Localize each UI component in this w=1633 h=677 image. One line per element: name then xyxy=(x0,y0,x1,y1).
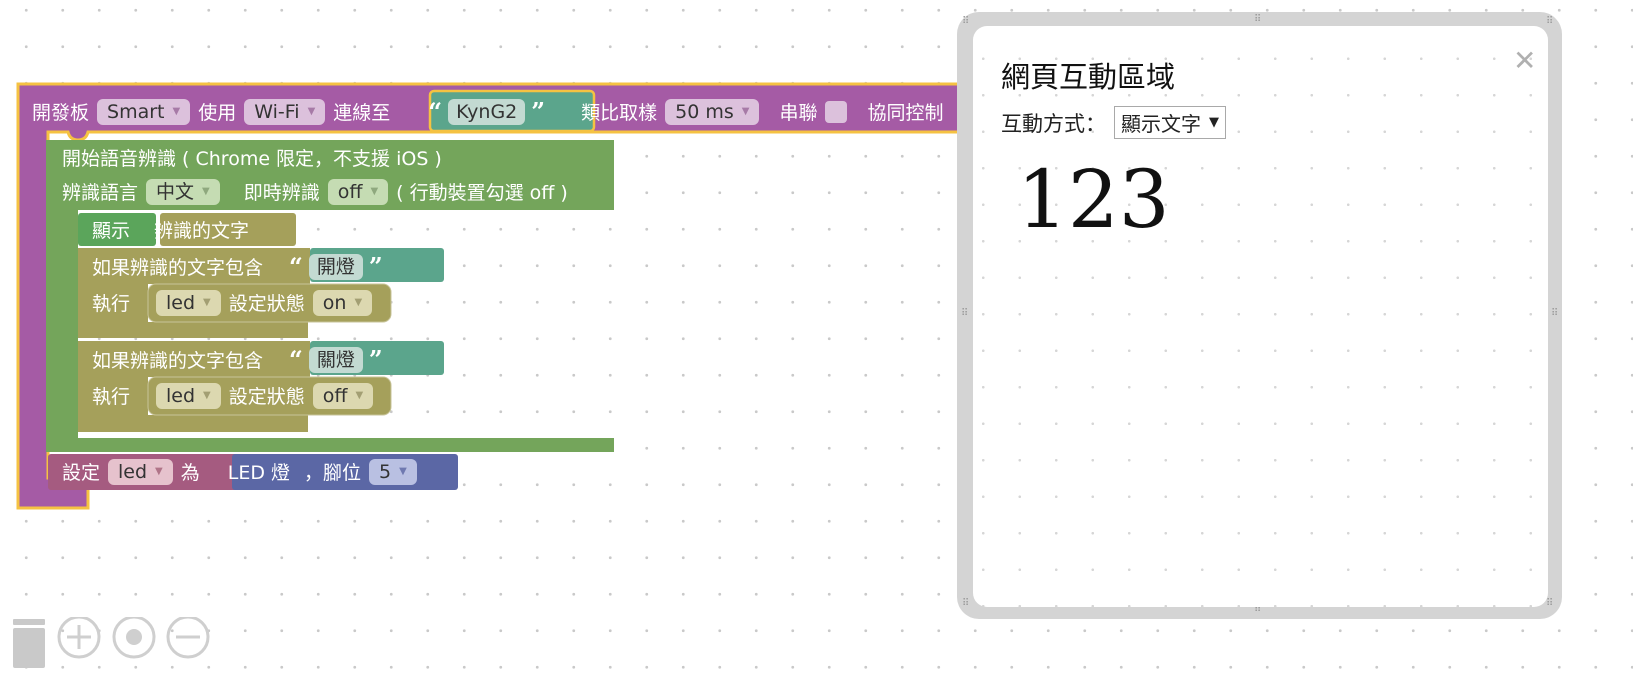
dropdown-arrow-icon: ▼ xyxy=(355,389,364,401)
speech-title: 開始語音辨識 ( Chrome 限定，不支援 iOS ) xyxy=(62,148,442,170)
dropdown-arrow-icon: ▼ xyxy=(354,296,363,308)
state-1-dropdown[interactable]: on ▼ xyxy=(312,289,373,316)
zoom-out-icon[interactable] xyxy=(166,617,210,659)
device-1-dropdown[interactable]: led ▼ xyxy=(156,289,221,316)
resize-grip-icon[interactable]: ⠿ xyxy=(961,309,968,319)
instant-dropdown[interactable]: off ▼ xyxy=(327,178,389,205)
board-block-row: 開發板 Smart ▼ 使用 Wi-Fi ▼ 連線至 “ KynG2 ” 類比取樣 … xyxy=(32,97,943,126)
do-1-label: 執行 xyxy=(92,293,131,315)
if-2-text-field[interactable]: 關燈 xyxy=(308,346,363,373)
board-label: 開發板 xyxy=(32,102,90,124)
dropdown-arrow-icon: ▼ xyxy=(741,105,750,117)
board-dropdown[interactable]: Smart ▼ xyxy=(97,98,191,125)
do-2-label: 執行 xyxy=(92,386,131,408)
speech-title-row: 開始語音辨識 ( Chrome 限定，不支援 iOS ) xyxy=(62,144,442,171)
pin-dropdown[interactable]: 5 ▼ xyxy=(369,458,417,485)
mode-select[interactable]: 顯示文字 ▼ xyxy=(1114,106,1226,139)
pin-label: ，腳位 xyxy=(304,462,362,484)
coop-label: 協同控制 xyxy=(867,102,944,124)
resize-grip-icon[interactable]: ⠿ xyxy=(1546,17,1553,27)
set-state-1-label: 設定狀態 xyxy=(228,293,305,315)
do-2-row: 執行 led ▼ 設定狀態 off ▼ xyxy=(92,382,374,409)
display-text: 123 xyxy=(1017,153,1170,246)
dropdown-arrow-icon: ▼ xyxy=(203,389,211,401)
device-id-string: “ KynG2 ” xyxy=(428,97,545,126)
serial-checkbox[interactable] xyxy=(825,100,848,123)
connection-dropdown[interactable]: Wi-Fi ▼ xyxy=(244,98,326,125)
interaction-panel[interactable]: ⠿ ⠿ ⠿ ⠿ ⠿ ⠿ ⠿ ⠿ 網頁互動區域 ✕ 互動方式： 顯示文字 ▼ 12… xyxy=(957,12,1562,619)
do-1-row: 執行 led ▼ 設定狀態 on ▼ xyxy=(92,289,373,316)
connect-label: 連線至 xyxy=(333,102,391,124)
set-state-2-label: 設定狀態 xyxy=(228,386,305,408)
trash-icon[interactable] xyxy=(13,619,45,668)
use-label: 使用 xyxy=(198,102,237,124)
panel-content: 網頁互動區域 ✕ 互動方式： 顯示文字 ▼ 123 xyxy=(973,26,1548,607)
if-2-row: 如果辨識的文字包含 “ 關燈 ” xyxy=(92,345,383,374)
show-value: 辨識的文字 xyxy=(154,220,250,242)
lang-dropdown[interactable]: 中文 ▼ xyxy=(146,178,220,205)
chevron-down-icon: ▼ xyxy=(1209,115,1219,130)
sampling-dropdown[interactable]: 50 ms ▼ xyxy=(665,98,760,125)
serial-label: 串聯 xyxy=(779,102,818,124)
instant-label: 即時辨識 xyxy=(243,182,320,204)
resize-grip-icon[interactable]: ⠿ xyxy=(1254,605,1261,615)
device-2-dropdown[interactable]: led ▼ xyxy=(156,382,221,409)
close-icon[interactable]: ✕ xyxy=(1513,44,1536,77)
resize-grip-icon[interactable]: ⠿ xyxy=(1546,599,1553,609)
if-2-string: “ 關燈 ” xyxy=(289,345,383,374)
resize-grip-icon[interactable]: ⠿ xyxy=(1254,15,1261,25)
show-row: 顯示 辨識的文字 xyxy=(92,216,249,243)
if-1-label: 如果辨識的文字包含 xyxy=(92,257,264,279)
resize-grip-icon[interactable]: ⠿ xyxy=(1551,309,1558,319)
speech-lang-row: 辨識語言 中文 ▼ 即時辨識 off ▼ ( 行動裝置勾選 off ) xyxy=(62,178,568,205)
state-2-dropdown[interactable]: off ▼ xyxy=(312,382,374,409)
resize-grip-icon[interactable]: ⠿ xyxy=(962,599,969,609)
led-label: LED 燈 xyxy=(227,462,291,484)
resize-grip-icon[interactable]: ⠿ xyxy=(962,17,969,27)
lang-label: 辨識語言 xyxy=(62,182,139,204)
dropdown-arrow-icon: ▼ xyxy=(399,465,407,477)
mode-label: 互動方式： xyxy=(1001,111,1106,136)
dropdown-arrow-icon: ▼ xyxy=(202,185,210,197)
as-label: 為 xyxy=(180,462,200,484)
set-label: 設定 xyxy=(62,462,101,484)
open-quote-icon: “ xyxy=(428,97,443,126)
close-quote-icon: ” xyxy=(531,97,546,126)
open-quote-icon: “ xyxy=(289,345,303,374)
reset-zoom-icon[interactable] xyxy=(112,617,156,659)
dropdown-arrow-icon: ▼ xyxy=(203,296,211,308)
panel-title: 網頁互動區域 xyxy=(1001,60,1176,94)
close-quote-icon: ” xyxy=(368,252,383,281)
var-dropdown[interactable]: led ▼ xyxy=(108,458,173,485)
show-label: 顯示 xyxy=(92,220,131,242)
mode-row: 互動方式： 顯示文字 ▼ xyxy=(1001,106,1226,139)
dropdown-arrow-icon: ▼ xyxy=(155,465,163,477)
if-2-label: 如果辨識的文字包含 xyxy=(92,350,264,372)
if-1-row: 如果辨識的文字包含 “ 開燈 ” xyxy=(92,252,383,281)
if-1-text-field[interactable]: 開燈 xyxy=(308,253,363,280)
close-quote-icon: ” xyxy=(368,345,383,374)
workspace-toolbar xyxy=(13,617,210,668)
if-1-string: “ 開燈 ” xyxy=(289,252,383,281)
dropdown-arrow-icon: ▼ xyxy=(370,185,379,197)
open-quote-icon: “ xyxy=(289,252,303,281)
instant-note: ( 行動裝置勾選 off ) xyxy=(396,182,568,204)
sampling-label: 類比取樣 xyxy=(581,102,658,124)
device-id-field[interactable]: KynG2 xyxy=(448,98,526,125)
set-led-row: 設定 led ▼ 為 LED 燈 ，腳位 5 ▼ xyxy=(62,458,417,485)
dropdown-arrow-icon: ▼ xyxy=(172,105,181,117)
zoom-in-icon[interactable] xyxy=(57,617,101,659)
dropdown-arrow-icon: ▼ xyxy=(307,105,316,117)
